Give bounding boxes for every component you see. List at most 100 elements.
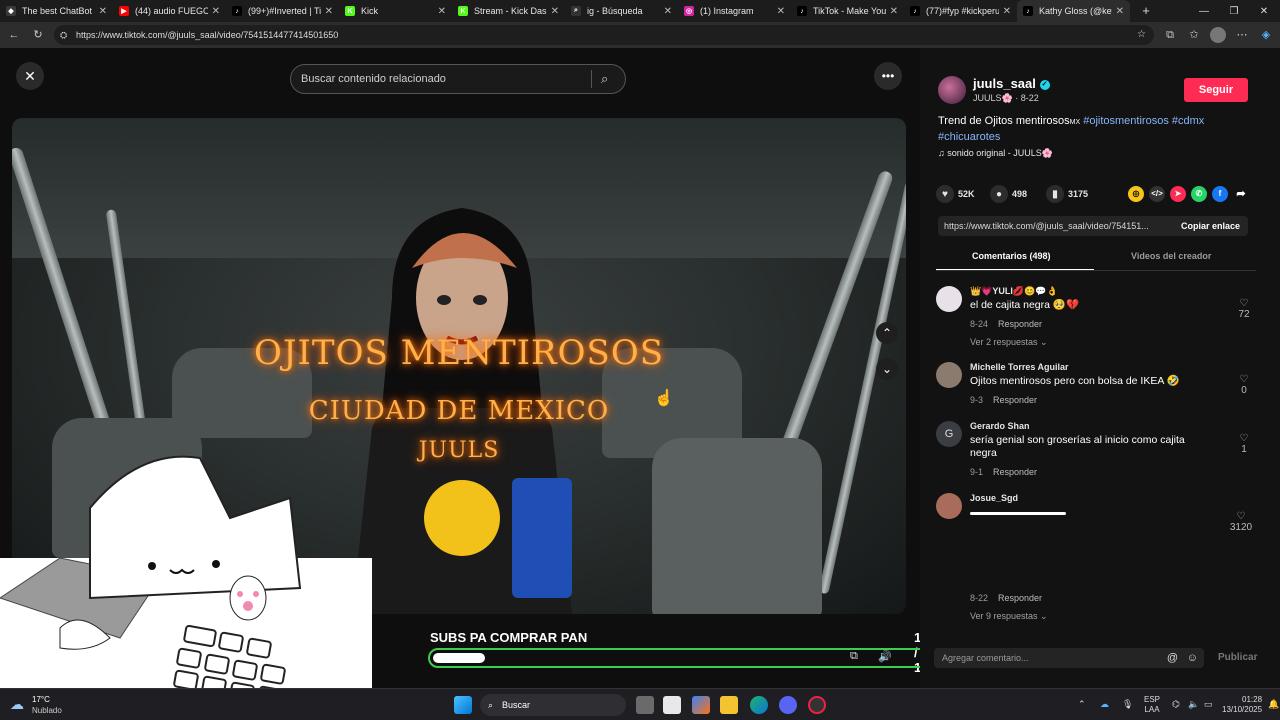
progress-bar[interactable]: ⧉ 🔊 [428, 648, 956, 668]
share-arrow-icon[interactable]: ➦ [1233, 186, 1249, 202]
commenter-name[interactable]: Gerardo Shan [970, 421, 1030, 431]
hashtag-links[interactable]: #ojitosmentirosos #cdmx [1083, 115, 1204, 127]
commenter-name[interactable]: 👑💗YULI💋😊💬👌 [970, 286, 1058, 297]
browser-tab[interactable]: K Stream - Kick Dashb ✕ [452, 0, 565, 22]
emoji-icon[interactable]: ☺ [1187, 648, 1198, 668]
close-window-button[interactable]: ✕ [1248, 0, 1280, 22]
whatsapp-icon[interactable]: ✆ [1191, 186, 1207, 202]
start-button-icon[interactable] [454, 696, 472, 714]
back-icon[interactable]: ← [6, 27, 22, 43]
creator-username-row[interactable]: juuls_saal ✓ [973, 76, 1050, 91]
minimize-button[interactable]: — [1188, 0, 1220, 22]
favorites-icon[interactable]: ✩ [1186, 27, 1202, 43]
volume-icon[interactable]: 🔊 [878, 650, 892, 663]
pip-icon[interactable]: ⧉ [850, 650, 858, 663]
profile-avatar[interactable] [1210, 27, 1226, 43]
reply-button[interactable]: Responder [998, 319, 1042, 329]
file-explorer-icon[interactable] [720, 696, 738, 714]
tab-comments[interactable]: Comentarios (498) [972, 251, 1051, 261]
tab-close-icon[interactable]: ✕ [438, 6, 446, 17]
reply-button[interactable]: Responder [993, 395, 1037, 405]
facebook-icon[interactable]: f [1212, 186, 1228, 202]
tab-close-icon[interactable]: ✕ [777, 6, 785, 17]
tab-close-icon[interactable]: ✕ [664, 6, 672, 17]
browser-tab[interactable]: ⌕ ig - Búsqueda ✕ [565, 0, 678, 22]
browser-tab[interactable]: ♪ (99+)#Inverted | Tik ✕ [226, 0, 339, 22]
embed-icon[interactable]: </> [1149, 186, 1165, 202]
commenter-name[interactable]: Josue_Sgd [970, 493, 1018, 503]
commenter-avatar[interactable] [936, 493, 962, 519]
weather-widget[interactable]: ☁ 17°C Nublado [10, 693, 80, 717]
like-stat[interactable]: ♥ 52K [936, 185, 975, 203]
copy-link-button[interactable]: Copiar enlace [1181, 216, 1240, 236]
mention-icon[interactable]: @ [1167, 648, 1178, 668]
tab-close-icon[interactable]: ✕ [1116, 6, 1124, 17]
comment-input[interactable]: Agregar comentario... @ ☺ [934, 648, 1204, 668]
new-tab-button[interactable]: + [1138, 0, 1154, 22]
previous-video-button[interactable]: ⌃ [876, 322, 898, 344]
speaker-icon[interactable]: 🔈 [1188, 699, 1199, 709]
view-replies-button[interactable]: Ver 2 respuestas ⌄ [970, 337, 1048, 348]
related-search-input[interactable]: Buscar contenido relacionado ⌕ [290, 64, 626, 94]
commenter-avatar[interactable] [936, 362, 962, 388]
url-field[interactable]: ⛭ https://www.tiktok.com/@juuls_saal/vid… [54, 25, 1154, 45]
coin-share-icon[interactable]: ◎ [1128, 186, 1144, 202]
taskbar-search[interactable]: ⌕ Buscar [480, 694, 626, 716]
tab-close-icon[interactable]: ✕ [1003, 6, 1011, 17]
tab-close-icon[interactable]: ✕ [212, 6, 220, 17]
microphone-icon[interactable]: 🎙 [1122, 699, 1133, 709]
reply-button[interactable]: Responder [993, 467, 1037, 477]
sound-row[interactable]: ♫ sonido original - JUULS🌸 [938, 148, 1053, 159]
more-options-button[interactable]: ••• [874, 62, 902, 90]
obs-icon[interactable] [808, 696, 826, 714]
tab-close-icon[interactable]: ✕ [325, 6, 333, 17]
commenter-name[interactable]: Michelle Torres Aguilar [970, 362, 1069, 372]
browser-tab[interactable]: ▶ (44) audio FUEGO, F ✕ [113, 0, 226, 22]
tab-close-icon[interactable]: ✕ [551, 6, 559, 17]
network-icon[interactable]: ⌬ [1172, 699, 1180, 709]
commenter-avatar[interactable] [936, 286, 962, 312]
maximize-button[interactable]: ❐ [1218, 0, 1250, 22]
refresh-icon[interactable]: ↻ [30, 27, 46, 43]
bookmark-star-icon[interactable]: ☆ [1137, 25, 1146, 45]
browser-tab[interactable]: ♪ TikTok - Make Your ✕ [791, 0, 904, 22]
copilot-app-icon[interactable] [692, 696, 710, 714]
creator-username[interactable]: juuls_saal [973, 76, 1036, 91]
browser-tab[interactable]: ♪ (77)#fyp #kickperu ✕ [904, 0, 1017, 22]
send-icon[interactable]: ➤ [1170, 186, 1186, 202]
tab-creator-videos[interactable]: Videos del creador [1131, 251, 1211, 261]
next-video-button[interactable]: ⌄ [876, 358, 898, 380]
copilot-icon[interactable]: ◈ [1258, 27, 1274, 43]
tray-overflow-icon[interactable]: ⌃ [1078, 699, 1086, 709]
browser-tab[interactable]: ◎ (1) Instagram ✕ [678, 0, 791, 22]
hashtag-link-extra[interactable]: #chicuarotes [938, 131, 1000, 143]
task-view-icon[interactable] [636, 696, 654, 714]
commenter-avatar[interactable]: G [936, 421, 962, 447]
search-icon[interactable]: ⌕ [601, 65, 608, 93]
notification-bell-icon[interactable]: 🔔 [1268, 699, 1279, 709]
tab-close-icon[interactable]: ✕ [99, 6, 107, 17]
browser-tab[interactable]: K Kick ✕ [339, 0, 452, 22]
extensions-icon[interactable]: ⧉ [1162, 27, 1178, 43]
battery-icon[interactable]: ▭ [1204, 699, 1213, 709]
follow-button[interactable]: Seguir [1184, 78, 1248, 102]
comment-like[interactable]: ♡ 72 [1232, 298, 1256, 320]
menu-dots-icon[interactable]: ⋯ [1234, 27, 1250, 43]
language-indicator[interactable]: ESP LAA [1144, 695, 1160, 715]
site-info-icon[interactable]: ⛭ [60, 25, 67, 45]
comment-like[interactable]: ♡ 3120 [1226, 511, 1256, 533]
discord-icon[interactable] [779, 696, 797, 714]
browser-tab[interactable]: ♪ Kathy Gloss (@key ✕ [1017, 0, 1130, 22]
publish-button[interactable]: Publicar [1218, 648, 1257, 668]
creator-avatar[interactable] [938, 76, 966, 104]
store-icon[interactable] [663, 696, 681, 714]
comment-stat[interactable]: ● 498 [990, 185, 1027, 203]
view-replies-button[interactable]: Ver 9 respuestas ⌄ [970, 611, 1048, 622]
reply-button[interactable]: Responder [998, 593, 1042, 603]
comment-like[interactable]: ♡ 0 [1232, 374, 1256, 396]
edge-icon[interactable] [750, 696, 768, 714]
comment-like[interactable]: ♡ 1 [1232, 433, 1256, 455]
browser-tab[interactable]: ◆ The best ChatBot a ✕ [0, 0, 113, 22]
close-video-button[interactable]: ✕ [16, 62, 44, 90]
onedrive-icon[interactable]: ☁ [1100, 699, 1109, 709]
